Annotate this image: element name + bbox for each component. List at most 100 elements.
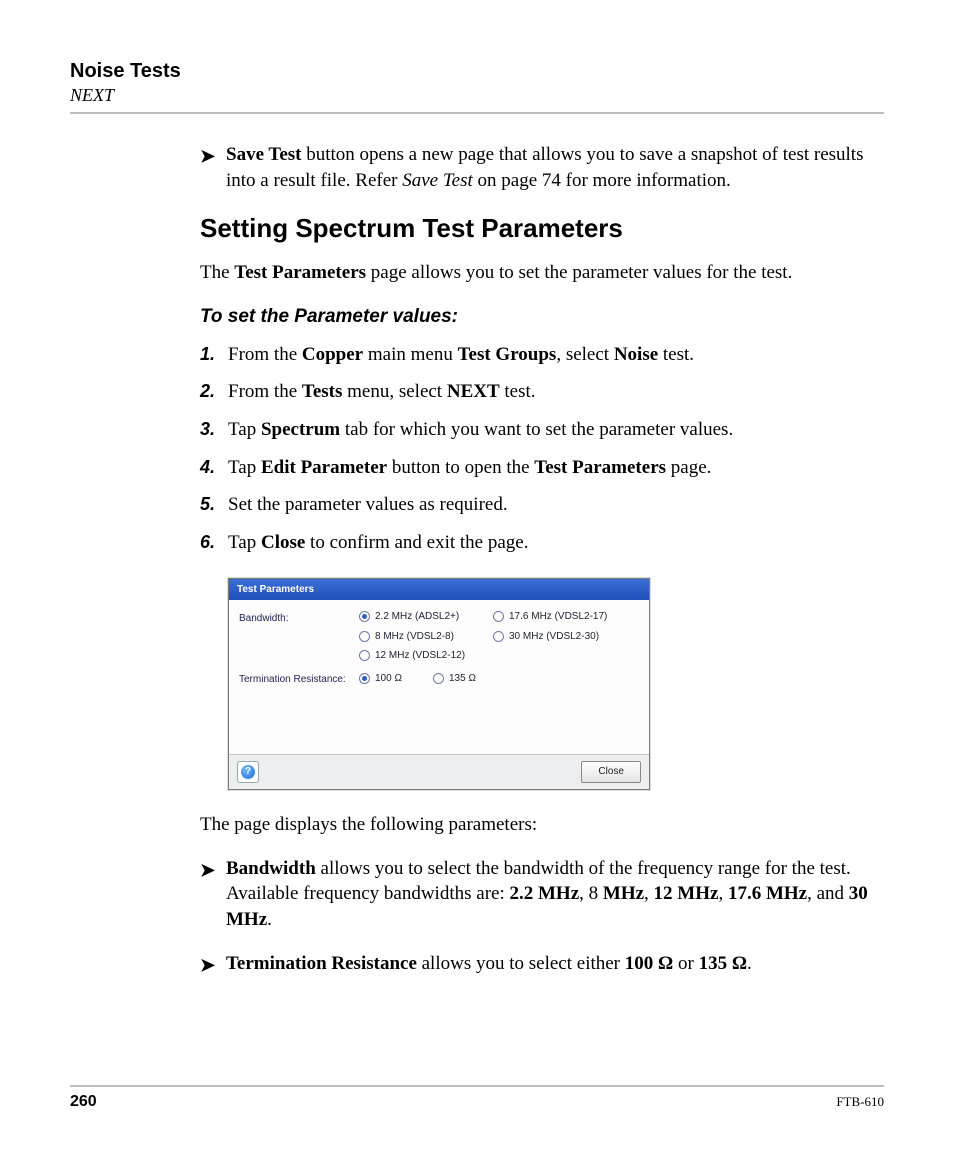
section-heading: Setting Spectrum Test Parameters <box>200 211 874 246</box>
footer-rule <box>70 1085 884 1087</box>
bold-text: Spectrum <box>261 419 340 440</box>
dialog-row-label: Bandwidth: <box>239 610 359 663</box>
radio-option[interactable]: 12 MHz (VDSL2-12) <box>359 649 479 663</box>
step-text: Tap Close to confirm and exit the page. <box>228 530 874 556</box>
dialog-screenshot: Test Parameters Bandwidth: 2.2 MHz (ADSL2… <box>228 578 874 791</box>
dialog-footer: ? Close <box>229 754 649 789</box>
header-rule <box>70 112 884 114</box>
text: From the <box>228 381 302 402</box>
dialog-row-label: Termination Resistance: <box>239 671 359 687</box>
text: , 8 <box>579 883 603 904</box>
step-item: 2.From the Tests menu, select NEXT test. <box>200 379 874 405</box>
bold-text: Copper <box>302 344 363 365</box>
document-id: FTB-610 <box>836 1094 884 1110</box>
bullet-text: Bandwidth allows you to select the bandw… <box>226 856 874 933</box>
text: , <box>644 883 654 904</box>
parameter-bullet: ➤Termination Resistance allows you to se… <box>200 951 874 978</box>
dialog-body: Bandwidth: 2.2 MHz (ADSL2+) 17.6 MHz (VDSL… <box>229 600 649 754</box>
dialog-options: 100 Ω 135 Ω <box>359 671 639 687</box>
parameter-bullets: ➤Bandwidth allows you to select the band… <box>200 856 874 978</box>
bold-text: Bandwidth <box>226 858 316 879</box>
section-lead: The Test Parameters page allows you to s… <box>200 260 874 286</box>
header-title: Noise Tests <box>70 60 884 83</box>
text: From the <box>228 344 302 365</box>
bold-text: 100 Ω <box>625 953 673 974</box>
text: test. <box>658 344 694 365</box>
page-footer: 260 FTB-610 <box>70 1077 884 1111</box>
text: . <box>747 953 752 974</box>
radio-label: 30 MHz (VDSL2-30) <box>509 630 599 644</box>
text: tab for which you want to set the parame… <box>340 419 733 440</box>
text: , and <box>807 883 849 904</box>
text: Tap <box>228 419 261 440</box>
dialog-row: Bandwidth: 2.2 MHz (ADSL2+) 17.6 MHz (VDSL… <box>239 610 639 663</box>
bold-text: Save Test <box>226 144 302 165</box>
radio-label: 8 MHz (VDSL2-8) <box>375 630 454 644</box>
bold-text: Tests <box>302 381 342 402</box>
radio-label: 2.2 MHz (ADSL2+) <box>375 610 459 624</box>
text: test. <box>500 381 536 402</box>
help-icon: ? <box>241 765 255 779</box>
text: on page 74 for more information. <box>473 170 731 191</box>
radio-icon <box>359 631 370 642</box>
radio-icon <box>359 673 370 684</box>
procedure-subhead: To set the Parameter values: <box>200 304 874 330</box>
text: button to open the <box>387 457 534 478</box>
radio-icon <box>493 631 504 642</box>
radio-label: 17.6 MHz (VDSL2-17) <box>509 610 607 624</box>
step-text: Set the parameter values as required. <box>228 492 874 518</box>
text: , <box>718 883 728 904</box>
step-number: 4. <box>200 455 228 481</box>
bold-text: Close <box>261 532 305 553</box>
radio-option[interactable]: 17.6 MHz (VDSL2-17) <box>493 610 613 624</box>
text: The <box>200 262 234 283</box>
dialog-title-bar: Test Parameters <box>229 579 649 601</box>
bullet-arrow-icon: ➤ <box>200 951 226 978</box>
bold-text: Test Parameters <box>534 457 666 478</box>
step-number: 3. <box>200 417 228 443</box>
radio-icon <box>359 650 370 661</box>
text: page allows you to set the parameter val… <box>366 262 792 283</box>
after-dialog-text: The page displays the following paramete… <box>200 812 874 838</box>
bold-text: 17.6 MHz <box>728 883 807 904</box>
bold-text: Test Groups <box>458 344 557 365</box>
step-text: Tap Spectrum tab for which you want to s… <box>228 417 874 443</box>
dialog-row: Termination Resistance:100 Ω 135 Ω <box>239 671 639 687</box>
bullet-text: Save Test button opens a new page that a… <box>226 142 874 193</box>
radio-option[interactable]: 135 Ω <box>433 671 493 687</box>
step-item: 1.From the Copper main menu Test Groups,… <box>200 342 874 368</box>
steps-list: 1.From the Copper main menu Test Groups,… <box>200 342 874 556</box>
bold-text: 2.2 MHz <box>509 883 579 904</box>
text: to confirm and exit the page. <box>305 532 528 553</box>
step-text: Tap Edit Parameter button to open the Te… <box>228 455 874 481</box>
text: Set the parameter values as required. <box>228 494 508 515</box>
parameter-bullet: ➤Bandwidth allows you to select the band… <box>200 856 874 933</box>
bold-text: 12 MHz <box>654 883 719 904</box>
bullet-save-test: ➤ Save Test button opens a new page that… <box>200 142 874 193</box>
radio-option[interactable]: 30 MHz (VDSL2-30) <box>493 630 613 644</box>
radio-label: 12 MHz (VDSL2-12) <box>375 649 465 663</box>
bullet-arrow-icon: ➤ <box>200 142 226 193</box>
radio-option[interactable]: 2.2 MHz (ADSL2+) <box>359 610 479 624</box>
step-item: 4.Tap Edit Parameter button to open the … <box>200 455 874 481</box>
bold-text: Noise <box>614 344 658 365</box>
radio-option[interactable]: 100 Ω <box>359 671 419 687</box>
text: or <box>673 953 698 974</box>
text: main menu <box>363 344 457 365</box>
close-button[interactable]: Close <box>581 761 641 783</box>
text: menu, select <box>342 381 446 402</box>
bold-text: Test Parameters <box>234 262 366 283</box>
text: Tap <box>228 532 261 553</box>
radio-label: 135 Ω <box>449 672 476 686</box>
step-item: 5.Set the parameter values as required. <box>200 492 874 518</box>
italic-text: Save Test <box>402 170 473 191</box>
page-number: 260 <box>70 1093 97 1111</box>
radio-option[interactable]: 8 MHz (VDSL2-8) <box>359 630 479 644</box>
bold-text: NEXT <box>447 381 500 402</box>
step-item: 3.Tap Spectrum tab for which you want to… <box>200 417 874 443</box>
bold-text: MHz <box>603 883 644 904</box>
help-button[interactable]: ? <box>237 761 259 783</box>
step-text: From the Copper main menu Test Groups, s… <box>228 342 874 368</box>
bold-text: 135 Ω <box>699 953 747 974</box>
radio-icon <box>359 611 370 622</box>
